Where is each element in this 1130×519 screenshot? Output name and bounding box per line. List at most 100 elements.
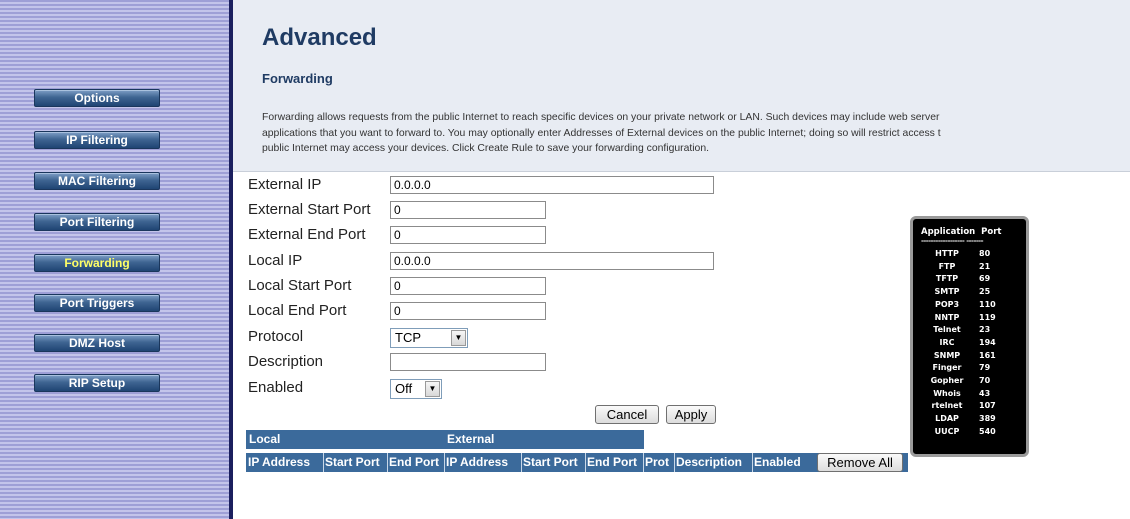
port-list-app: rtelnet xyxy=(931,401,963,411)
column-divider xyxy=(387,453,388,472)
column-divider xyxy=(444,453,445,472)
port-list-item: Telnet 23 xyxy=(917,325,1017,335)
column-divider xyxy=(521,453,522,472)
port-list-app: TFTP xyxy=(935,274,959,284)
port-list-port: 79 xyxy=(979,363,991,373)
remove-all-button[interactable]: Remove All xyxy=(817,453,903,472)
port-list-app: Telnet xyxy=(933,325,961,335)
port-list-port: 80 xyxy=(979,249,991,258)
port-list-item: Whois 43 xyxy=(917,389,1017,399)
port-list-item: POP3 110 xyxy=(917,300,1017,310)
port-list-item: rtelnet 107 xyxy=(917,401,1017,411)
port-list-app: LDAP xyxy=(935,414,959,424)
column-header: Prot xyxy=(645,455,669,469)
port-list-port: 161 xyxy=(979,350,996,360)
external-ip-label: External IP xyxy=(248,176,322,193)
port-list-item: SMTP 25 xyxy=(917,287,1017,297)
port-list-app: HTTP xyxy=(935,249,959,258)
enabled-value: Off xyxy=(395,381,413,396)
external-start-port-field[interactable]: 0 xyxy=(390,201,546,219)
protocol-select[interactable]: TCP ▼ xyxy=(390,328,468,348)
sidebar-item-ip-filtering[interactable]: IP Filtering xyxy=(34,131,160,149)
port-list-port: 110 xyxy=(979,299,996,309)
port-list-port: 23 xyxy=(979,325,991,335)
description-label: Description xyxy=(248,353,324,370)
port-list-app: UUCP xyxy=(934,426,960,436)
section-title: Forwarding xyxy=(262,71,333,86)
port-list-app: SNMP xyxy=(933,350,961,360)
table-column-header: IP Address Start Port End Port IP Addres… xyxy=(246,453,810,472)
sidebar-item-forwarding[interactable]: Forwarding xyxy=(34,254,160,272)
port-list-item: Finger 79 xyxy=(917,363,1017,373)
sidebar-item-rip-setup[interactable]: RIP Setup xyxy=(34,374,160,392)
description-field[interactable] xyxy=(390,353,546,371)
column-header: IP Address xyxy=(446,455,509,469)
chevron-down-icon[interactable]: ▼ xyxy=(425,381,440,397)
port-list-port: 69 xyxy=(979,274,991,284)
port-list-port: 25 xyxy=(979,287,991,297)
port-list-app: NNTP xyxy=(934,312,960,322)
port-list-port: 119 xyxy=(979,312,996,322)
port-list-app: Whois xyxy=(933,388,961,398)
local-start-port-label: Local Start Port xyxy=(248,277,352,294)
cancel-button[interactable]: Cancel xyxy=(595,405,659,424)
column-header: End Port xyxy=(587,455,637,469)
port-list-item: FTP 21 xyxy=(917,262,1017,272)
port-list-item: NNTP 119 xyxy=(917,313,1017,323)
external-end-port-field[interactable]: 0 xyxy=(390,226,546,244)
column-divider xyxy=(643,453,644,472)
apply-button[interactable]: Apply xyxy=(666,405,716,424)
port-list-item: LDAP 389 xyxy=(917,414,1017,424)
protocol-value: TCP xyxy=(395,330,421,345)
local-start-port-field[interactable]: 0 xyxy=(390,277,546,295)
port-list-header-app: Application xyxy=(921,227,976,237)
external-end-port-label: External End Port xyxy=(248,226,366,243)
local-end-port-field[interactable]: 0 xyxy=(390,302,546,320)
local-group-header: Local xyxy=(249,432,281,446)
column-divider xyxy=(323,453,324,472)
port-list-app: Gopher xyxy=(930,376,964,385)
column-header: Description xyxy=(676,455,743,469)
port-list-item: UUCP 540 xyxy=(917,427,1017,437)
intro-line: Forwarding allows requests from the publ… xyxy=(262,112,940,123)
intro-line: applications that you want to forward to… xyxy=(262,127,941,139)
intro-line: public Internet may access your devices.… xyxy=(262,143,710,154)
sidebar-item-dmz-host[interactable]: DMZ Host xyxy=(34,334,160,352)
external-ip-field[interactable]: 0.0.0.0 xyxy=(390,176,714,194)
sidebar-item-port-triggers[interactable]: Port Triggers xyxy=(34,294,160,312)
chevron-down-icon[interactable]: ▼ xyxy=(451,330,466,346)
sidebar-item-options[interactable]: Options xyxy=(34,89,160,107)
port-list-app: POP3 xyxy=(934,299,960,309)
column-header: Enabled xyxy=(754,455,801,469)
local-ip-field[interactable]: 0.0.0.0 xyxy=(390,252,714,270)
enabled-label: Enabled xyxy=(248,379,304,396)
port-list-port: 194 xyxy=(979,337,996,347)
port-list-port: 21 xyxy=(979,261,991,271)
port-list-app: IRC xyxy=(939,337,955,347)
port-list-app: SMTP xyxy=(934,287,960,297)
page-title: Advanced xyxy=(262,24,377,51)
local-ip-label: Local IP xyxy=(248,252,303,269)
port-list-app: Finger xyxy=(932,363,962,373)
intro-text: Forwarding allows requests from the publ… xyxy=(262,110,1130,157)
column-header: Start Port xyxy=(325,455,380,469)
column-divider xyxy=(752,453,753,472)
sidebar-item-port-filtering[interactable]: Port Filtering xyxy=(34,213,160,231)
column-header: End Port xyxy=(389,455,439,469)
port-list-port: 107 xyxy=(979,401,996,411)
column-divider xyxy=(585,453,586,472)
local-end-port-label: Local End Port xyxy=(248,302,347,319)
port-list-header-port: Port xyxy=(981,227,1002,237)
port-list-item: HTTP 80 xyxy=(917,249,1017,259)
table-group-header: Local External xyxy=(246,430,644,449)
port-list-port: 389 xyxy=(979,414,996,424)
enabled-select[interactable]: Off ▼ xyxy=(390,379,442,399)
port-list-port: 540 xyxy=(979,426,996,436)
protocol-label: Protocol xyxy=(248,328,304,345)
port-list-item: SNMP 161 xyxy=(917,351,1017,361)
sidebar-item-mac-filtering[interactable]: MAC Filtering xyxy=(34,172,160,190)
port-list-item: TFTP 69 xyxy=(917,274,1017,284)
port-reference-list: Application Port ------------------ ----… xyxy=(910,216,1029,457)
port-list-dashes: ------------------ ------- xyxy=(921,237,984,245)
port-list-port: 43 xyxy=(979,388,991,398)
